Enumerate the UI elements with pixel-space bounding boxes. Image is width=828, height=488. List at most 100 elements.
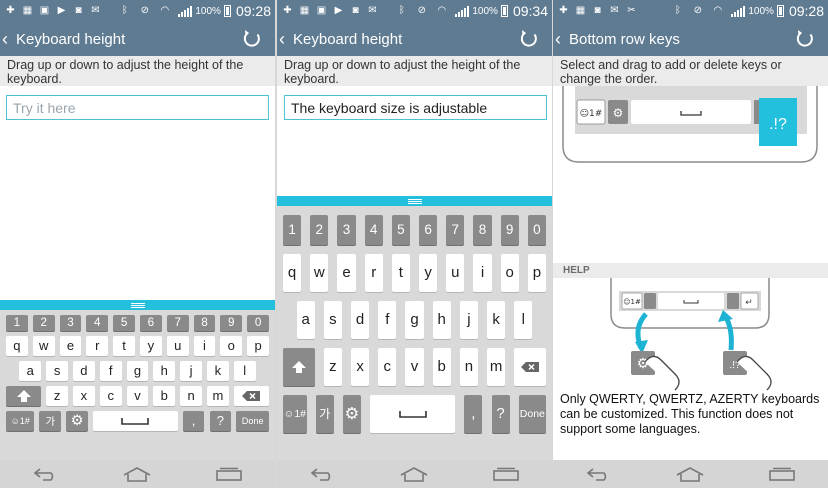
letter-key-r[interactable]: r (86, 335, 109, 356)
home-nav-button[interactable] (117, 462, 157, 486)
letter-key-a[interactable]: a (19, 360, 42, 381)
number-key-9[interactable]: 9 (220, 315, 243, 331)
letter-key-r[interactable]: r (364, 253, 383, 292)
letter-key-j[interactable]: j (180, 360, 202, 381)
keyboard-resize-handle[interactable] (0, 300, 275, 310)
letter-key-y[interactable]: y (140, 335, 162, 356)
try-it-input[interactable] (6, 95, 269, 120)
language-key[interactable]: 가 (315, 394, 334, 433)
letter-key-w[interactable]: w (310, 253, 329, 292)
letter-key-k[interactable]: k (207, 360, 229, 381)
question-key[interactable]: ? (491, 394, 510, 433)
space-key[interactable] (92, 410, 178, 431)
home-nav-button[interactable] (670, 462, 710, 486)
letter-key-v[interactable]: v (126, 385, 149, 406)
number-key-2[interactable]: 2 (310, 215, 329, 245)
back-button[interactable]: ‹ Keyboard height (0, 22, 125, 56)
letter-key-w[interactable]: w (32, 335, 55, 356)
letter-key-d[interactable]: d (351, 300, 370, 339)
recents-nav-button[interactable] (209, 462, 249, 486)
letter-key-g[interactable]: g (405, 300, 424, 339)
letter-key-z[interactable]: z (323, 347, 342, 386)
shift-key[interactable] (6, 385, 42, 406)
letter-key-y[interactable]: y (419, 253, 438, 292)
number-key-5[interactable]: 5 (391, 215, 410, 245)
language-key[interactable]: 가 (39, 410, 62, 431)
letter-key-z[interactable]: z (46, 385, 68, 406)
number-key-4[interactable]: 4 (86, 315, 109, 331)
letter-key-k[interactable]: k (487, 300, 506, 339)
letter-key-h[interactable]: h (432, 300, 451, 339)
letter-key-d[interactable]: d (73, 360, 95, 381)
number-key-3[interactable]: 3 (337, 215, 356, 245)
reset-icon[interactable] (794, 28, 816, 50)
done-key[interactable]: Done (236, 410, 269, 431)
letter-key-f[interactable]: f (378, 300, 397, 339)
letter-key-c[interactable]: c (378, 347, 397, 386)
letter-key-a[interactable]: a (296, 300, 315, 339)
letter-key-j[interactable]: j (459, 300, 478, 339)
number-key-8[interactable]: 8 (473, 215, 492, 245)
letter-key-i[interactable]: i (473, 253, 492, 292)
number-key-6[interactable]: 6 (140, 315, 162, 331)
letter-key-v[interactable]: v (405, 347, 424, 386)
back-button[interactable]: ‹ Bottom row keys (553, 22, 680, 56)
backspace-key[interactable] (233, 385, 269, 406)
letter-key-t[interactable]: t (391, 253, 410, 292)
letter-key-f[interactable]: f (99, 360, 122, 381)
letter-key-i[interactable]: i (193, 335, 216, 356)
letter-key-g[interactable]: g (126, 360, 149, 381)
letter-key-p[interactable]: p (247, 335, 269, 356)
number-key-7[interactable]: 7 (166, 315, 189, 331)
number-key-5[interactable]: 5 (113, 315, 135, 331)
letter-key-m[interactable]: m (207, 385, 229, 406)
back-button[interactable]: ‹ Keyboard height (277, 22, 402, 56)
letter-key-s[interactable]: s (323, 300, 342, 339)
back-nav-button[interactable] (26, 462, 66, 486)
letter-key-l[interactable]: l (233, 360, 256, 381)
letter-key-s[interactable]: s (46, 360, 68, 381)
reset-icon[interactable] (241, 28, 263, 50)
letter-key-m[interactable]: m (487, 347, 506, 386)
letter-key-n[interactable]: n (180, 385, 202, 406)
shift-key[interactable] (283, 347, 315, 386)
number-key-6[interactable]: 6 (419, 215, 438, 245)
home-nav-button[interactable] (394, 462, 434, 486)
letter-key-o[interactable]: o (220, 335, 243, 356)
letter-key-n[interactable]: n (459, 347, 478, 386)
recents-nav-button[interactable] (762, 462, 802, 486)
recents-nav-button[interactable] (486, 462, 526, 486)
letter-key-e[interactable]: e (59, 335, 82, 356)
number-key-1[interactable]: 1 (6, 315, 28, 331)
letter-key-u[interactable]: u (166, 335, 189, 356)
settings-key[interactable]: ⚙ (342, 394, 362, 433)
letter-key-x[interactable]: x (73, 385, 95, 406)
letter-key-q[interactable]: q (6, 335, 28, 356)
done-key[interactable]: Done (518, 394, 546, 433)
number-key-0[interactable]: 0 (247, 315, 269, 331)
letter-key-b[interactable]: b (153, 385, 176, 406)
try-it-input[interactable] (284, 95, 547, 120)
letter-key-l[interactable]: l (514, 300, 533, 339)
space-key[interactable] (370, 394, 456, 433)
reset-icon[interactable] (518, 28, 540, 50)
keyboard-resize-handle[interactable] (277, 196, 552, 206)
space-key[interactable] (631, 100, 751, 124)
number-key-3[interactable]: 3 (59, 315, 82, 331)
comma-key[interactable]: , (182, 410, 205, 431)
settings-key[interactable]: ⚙ (66, 410, 88, 431)
symbols-key[interactable]: ☺1# (283, 394, 307, 433)
letter-key-p[interactable]: p (527, 253, 546, 292)
back-nav-button[interactable] (579, 462, 619, 486)
number-key-7[interactable]: 7 (446, 215, 465, 245)
back-nav-button[interactable] (303, 462, 343, 486)
number-key-9[interactable]: 9 (500, 215, 519, 245)
letter-key-u[interactable]: u (446, 253, 465, 292)
number-key-4[interactable]: 4 (364, 215, 383, 245)
letter-key-b[interactable]: b (432, 347, 451, 386)
letter-key-q[interactable]: q (283, 253, 302, 292)
letter-key-t[interactable]: t (113, 335, 135, 356)
backspace-key[interactable] (514, 347, 546, 386)
letter-key-o[interactable]: o (500, 253, 519, 292)
number-key-0[interactable]: 0 (527, 215, 546, 245)
